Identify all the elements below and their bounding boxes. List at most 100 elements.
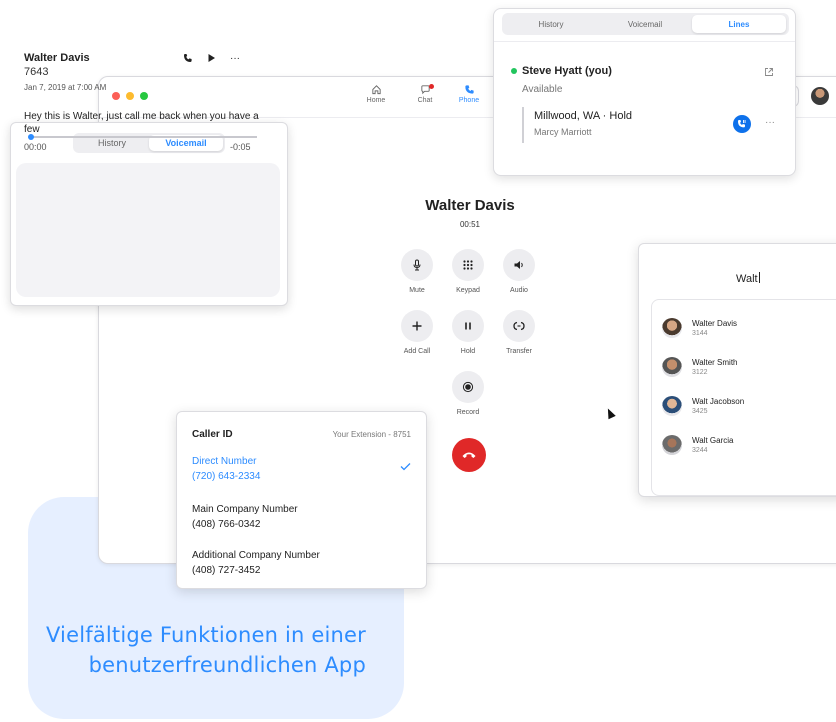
nav-phone-label: Phone [458, 97, 480, 104]
voicemail-caller-name: Walter Davis [24, 52, 90, 64]
phone-icon [464, 85, 474, 94]
caller-id-option-label: Main Company Number [192, 504, 298, 515]
checkmark-icon [400, 462, 411, 474]
record-icon [462, 381, 474, 393]
text-caret [758, 272, 760, 283]
my-line-name: Steve Hyatt (you) [522, 65, 612, 77]
nav-home-label: Home [366, 97, 386, 104]
contact-result[interactable]: Walter Smith 3122 [662, 357, 738, 377]
voicemail-card[interactable] [16, 163, 280, 297]
more-icon[interactable]: ··· [765, 117, 775, 128]
caller-id-option-number: (720) 643-2334 [192, 471, 261, 482]
audio-label: Audio [510, 287, 528, 294]
caller-id-option-additional[interactable]: Additional Company Number (408) 727-3452 [192, 550, 320, 576]
home-icon [371, 85, 381, 95]
speaker-icon [514, 261, 523, 269]
record-button[interactable]: Record [438, 371, 498, 416]
transfer-icon [513, 321, 525, 331]
contact-name: Walter Smith [692, 358, 738, 367]
avatar [662, 357, 682, 377]
lines-tab-bar: History Voicemail Lines [502, 13, 789, 35]
keypad-label: Keypad [456, 287, 480, 294]
contact-name: Walt Garcia [692, 436, 734, 445]
phone-pause-icon [738, 120, 746, 128]
promo-headline: Vielfältige Funktionen in einer benutzer… [45, 623, 366, 677]
phone-icon [184, 54, 192, 62]
contact-results-list: Walter Davis 3144 Walter Smith 3122 Walt J… [651, 299, 836, 496]
tab-lines[interactable]: Lines [692, 15, 786, 33]
add-call-label: Add Call [403, 348, 431, 355]
audio-button[interactable]: Audio [489, 249, 549, 294]
voicemail-playback-handle[interactable] [28, 134, 34, 140]
lines-panel: History Voicemail Lines Steve Hyatt (you… [493, 8, 796, 176]
external-link-icon[interactable] [764, 67, 774, 80]
record-label: Record [456, 409, 480, 416]
contact-result[interactable]: Walter Davis 3144 [662, 318, 737, 338]
my-line-status: Available [522, 84, 563, 95]
voicemail-date: Jan 7, 2019 at 7:00 AM [24, 83, 107, 92]
caller-id-title: Caller ID [192, 429, 233, 440]
nav-chat-label: Chat [417, 97, 433, 104]
contact-search-panel: Walt Walter Davis 3144 Walter Smith 3122 W… [638, 243, 836, 497]
held-call-title: Millwood, WA · Hold [534, 110, 633, 122]
more-icon[interactable]: ··· [230, 53, 240, 66]
avatar [662, 435, 682, 455]
keypad-icon [463, 260, 473, 270]
call-back-button[interactable] [183, 53, 193, 66]
contact-name: Walt Jacobson [692, 397, 745, 406]
tab-voicemail[interactable]: Voicemail [598, 15, 692, 33]
voicemail-playback-track[interactable] [30, 136, 257, 138]
presence-indicator [511, 68, 517, 74]
active-call-name: Walter Davis [425, 197, 515, 214]
nav-home[interactable]: Home [356, 84, 396, 104]
caller-id-option-number: (408) 766-0342 [192, 519, 261, 530]
lines-divider [494, 41, 795, 42]
tab-history[interactable]: History [504, 15, 598, 33]
caller-id-option-direct[interactable]: Direct Number (720) 643-2334 [192, 456, 260, 482]
contact-extension: 3144 [692, 330, 708, 337]
pause-icon [465, 322, 471, 330]
play-icon [208, 54, 215, 62]
plus-icon [412, 321, 422, 331]
caller-id-option-number: (408) 727-3452 [192, 565, 261, 576]
avatar[interactable] [811, 87, 829, 105]
contact-search-input[interactable]: Walt [736, 272, 760, 285]
voicemail-caller-extension: 7643 [24, 66, 49, 78]
hang-up-icon [462, 452, 476, 458]
hold-label: Hold [460, 348, 476, 355]
contact-result[interactable]: Walt Garcia 3244 [662, 435, 734, 455]
caller-id-menu: Caller ID Your Extension - 8751 Direct N… [176, 411, 427, 589]
chat-unread-badge [429, 84, 434, 89]
caller-id-extension: Your Extension - 8751 [332, 430, 411, 439]
avatar [662, 318, 682, 338]
end-call-button[interactable] [452, 438, 486, 472]
active-call-duration: 00:51 [459, 220, 481, 229]
held-call-indicator [522, 107, 524, 143]
close-window-button[interactable] [112, 92, 120, 100]
minimize-window-button[interactable] [126, 92, 134, 100]
caller-id-option-label: Direct Number [192, 456, 257, 467]
resume-call-button[interactable] [733, 115, 751, 133]
play-button[interactable] [207, 53, 216, 66]
contact-search-query: Walt [736, 273, 758, 285]
transfer-label: Transfer [506, 348, 532, 355]
nav-chat[interactable]: Chat [405, 84, 445, 104]
nav-phone[interactable]: Phone [449, 84, 489, 104]
mute-label: Mute [409, 287, 425, 294]
contact-name: Walter Davis [692, 319, 738, 328]
contact-extension: 3122 [692, 369, 708, 376]
contact-extension: 3244 [692, 447, 708, 454]
contact-result[interactable]: Walt Jacobson 3425 [662, 396, 744, 416]
transfer-button[interactable]: Transfer [489, 310, 549, 355]
maximize-window-button[interactable] [140, 92, 148, 100]
voicemail-time-remaining: -0:05 [230, 142, 251, 152]
voicemail-transcript: Hey this is Walter, just call me back wh… [24, 111, 259, 135]
voicemail-actions: ··· [183, 53, 240, 66]
contact-extension: 3425 [692, 408, 708, 415]
avatar [662, 396, 682, 416]
microphone-icon [413, 259, 421, 271]
caller-id-option-main[interactable]: Main Company Number (408) 766-0342 [192, 504, 298, 530]
caller-id-option-label: Additional Company Number [192, 550, 320, 561]
voicemail-time-elapsed: 00:00 [24, 142, 47, 152]
held-call-subtitle: Marcy Marriott [534, 127, 592, 137]
